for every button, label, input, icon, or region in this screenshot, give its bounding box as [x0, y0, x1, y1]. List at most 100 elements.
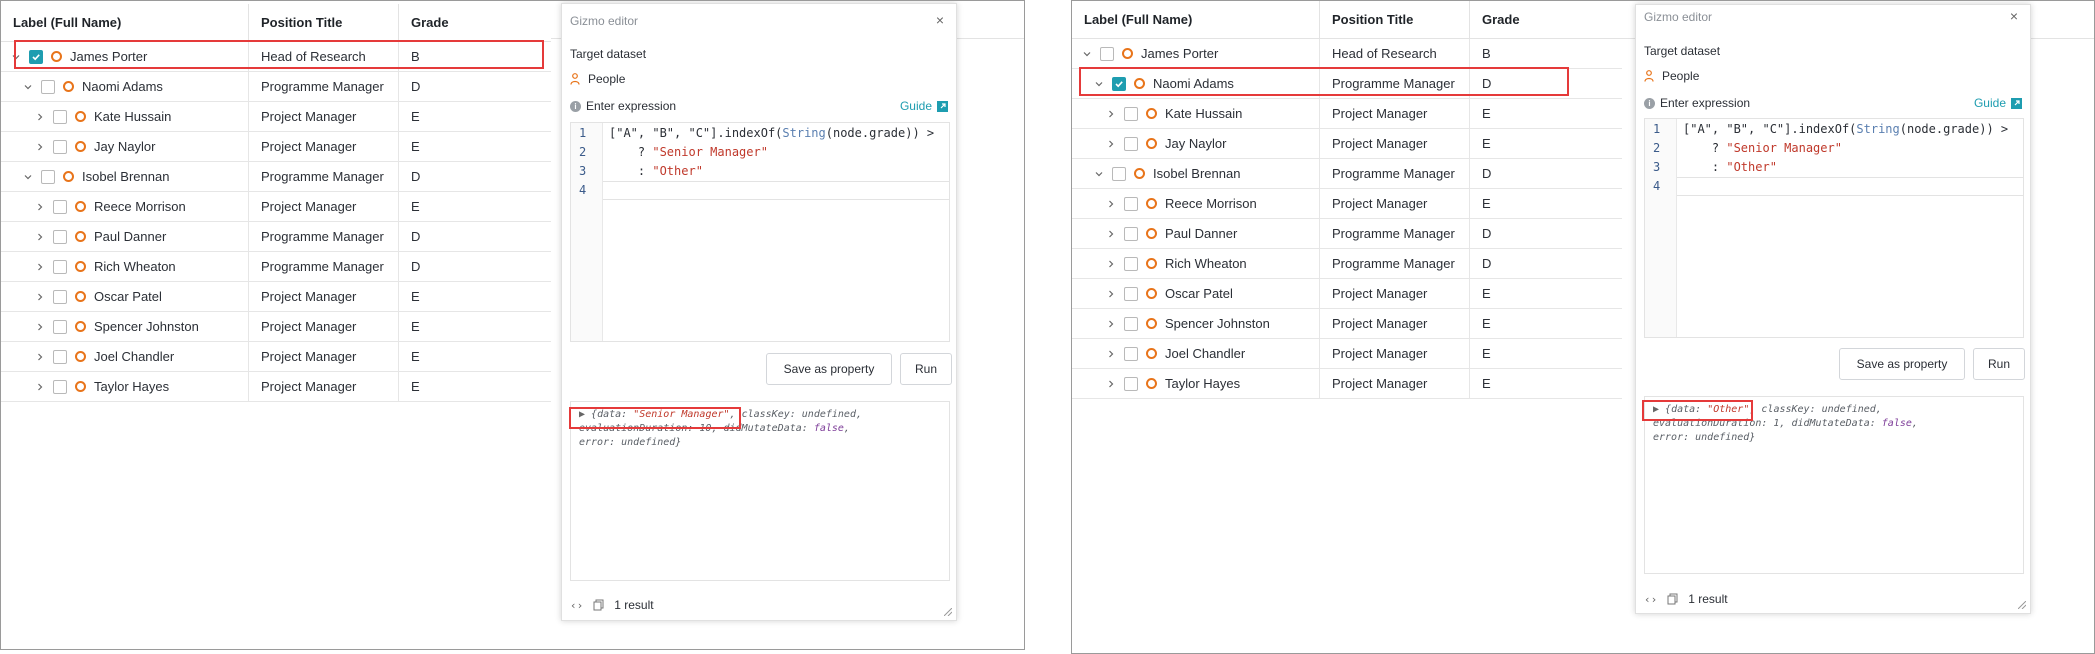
row-checkbox[interactable] — [53, 289, 67, 304]
code-braces-icon[interactable]: ‹› — [1644, 593, 1657, 606]
column-header-grade[interactable]: Grade — [1470, 1, 1622, 38]
table-row[interactable]: Oscar Patel Project Manager E — [1, 282, 551, 312]
table-row[interactable]: Joel Chandler Project Manager E — [1072, 339, 1622, 369]
run-button[interactable]: Run — [900, 353, 952, 385]
chevron-right-icon[interactable] — [1104, 227, 1118, 241]
row-checkbox[interactable] — [53, 229, 67, 244]
grade-cell: E — [411, 289, 420, 304]
table-row[interactable]: Paul Danner Programme Manager D — [1072, 219, 1622, 249]
chevron-right-icon[interactable] — [1104, 107, 1118, 121]
table-row[interactable]: Isobel Brennan Programme Manager D — [1072, 159, 1622, 189]
chevron-right-icon[interactable] — [33, 260, 47, 274]
row-checkbox[interactable] — [1124, 346, 1138, 361]
chevron-right-icon[interactable] — [33, 380, 47, 394]
chevron-right-icon[interactable] — [33, 350, 47, 364]
dataset-selector[interactable]: People — [570, 72, 625, 86]
chevron-right-icon[interactable] — [33, 320, 47, 334]
row-checkbox[interactable] — [41, 79, 55, 94]
chevron-right-icon[interactable] — [33, 110, 47, 124]
table-row[interactable]: Jay Naylor Project Manager E — [1, 132, 551, 162]
chevron-right-icon[interactable] — [1104, 257, 1118, 271]
close-icon[interactable]: × — [936, 12, 944, 28]
chevron-down-icon[interactable] — [21, 170, 35, 184]
row-checkbox[interactable] — [1124, 256, 1138, 271]
table-row[interactable]: Joel Chandler Project Manager E — [1, 342, 551, 372]
table-row[interactable]: Spencer Johnston Project Manager E — [1072, 309, 1622, 339]
table-row[interactable]: Naomi Adams Programme Manager D — [1072, 69, 1622, 99]
copy-icon[interactable] — [1667, 593, 1678, 605]
row-checkbox[interactable] — [53, 319, 67, 334]
expression-code-editor[interactable]: 1 2 3 4 ["A", "B", "C"].indexOf(String(n… — [1644, 118, 2024, 338]
table-row[interactable]: Rich Wheaton Programme Manager D — [1, 252, 551, 282]
chevron-down-icon[interactable] — [1080, 47, 1094, 61]
table-row[interactable]: Isobel Brennan Programme Manager D — [1, 162, 551, 192]
row-checkbox[interactable] — [1124, 226, 1138, 241]
chevron-right-icon[interactable] — [1104, 317, 1118, 331]
row-checkbox[interactable] — [1100, 46, 1114, 61]
dataset-selector[interactable]: People — [1644, 69, 1699, 83]
table-row[interactable]: Taylor Hayes Project Manager E — [1072, 369, 1622, 399]
table-row[interactable]: Rich Wheaton Programme Manager D — [1072, 249, 1622, 279]
row-checkbox[interactable] — [1124, 196, 1138, 211]
result-count: 1 result — [614, 598, 654, 612]
row-checkbox[interactable] — [29, 49, 43, 64]
expand-triangle-icon[interactable]: ▶ — [1653, 404, 1665, 415]
expand-triangle-icon[interactable]: ▶ — [579, 409, 591, 420]
chevron-right-icon[interactable] — [1104, 137, 1118, 151]
close-icon[interactable]: × — [2010, 8, 2018, 24]
table-row[interactable]: Reece Morrison Project Manager E — [1, 192, 551, 222]
row-checkbox[interactable] — [53, 139, 67, 154]
chevron-right-icon[interactable] — [33, 140, 47, 154]
row-checkbox[interactable] — [1124, 316, 1138, 331]
chevron-right-icon[interactable] — [1104, 347, 1118, 361]
row-checkbox[interactable] — [1112, 166, 1126, 181]
chevron-down-icon[interactable] — [1092, 167, 1106, 181]
chevron-right-icon[interactable] — [33, 290, 47, 304]
save-as-property-button[interactable]: Save as property — [1839, 348, 1965, 380]
table-row[interactable]: Jay Naylor Project Manager E — [1072, 129, 1622, 159]
resize-handle-icon[interactable] — [2018, 601, 2026, 609]
column-header-label[interactable]: Label (Full Name) — [1, 4, 249, 41]
expression-code-editor[interactable]: 1 2 3 4 ["A", "B", "C"].indexOf(String(n… — [570, 122, 950, 342]
guide-link[interactable]: Guide — [900, 99, 948, 113]
row-checkbox[interactable] — [53, 379, 67, 394]
row-checkbox[interactable] — [1124, 136, 1138, 151]
row-checkbox[interactable] — [1124, 106, 1138, 121]
chevron-right-icon[interactable] — [33, 230, 47, 244]
chevron-down-icon[interactable] — [21, 80, 35, 94]
chevron-right-icon[interactable] — [33, 200, 47, 214]
table-row[interactable]: Naomi Adams Programme Manager D — [1, 72, 551, 102]
chevron-right-icon[interactable] — [1104, 287, 1118, 301]
chevron-right-icon[interactable] — [1104, 197, 1118, 211]
column-header-grade[interactable]: Grade — [399, 4, 551, 41]
table-row[interactable]: Reece Morrison Project Manager E — [1072, 189, 1622, 219]
table-row[interactable]: Kate Hussain Project Manager E — [1072, 99, 1622, 129]
save-as-property-button[interactable]: Save as property — [766, 353, 892, 385]
code-braces-icon[interactable]: ‹› — [570, 599, 583, 612]
table-row[interactable]: Oscar Patel Project Manager E — [1072, 279, 1622, 309]
row-checkbox[interactable] — [53, 259, 67, 274]
table-row[interactable]: Paul Danner Programme Manager D — [1, 222, 551, 252]
guide-link[interactable]: Guide — [1974, 96, 2022, 110]
column-header-position[interactable]: Position Title — [1320, 1, 1470, 38]
table-row[interactable]: Taylor Hayes Project Manager E — [1, 372, 551, 402]
column-header-label[interactable]: Label (Full Name) — [1072, 1, 1320, 38]
row-checkbox[interactable] — [1112, 76, 1126, 91]
resize-handle-icon[interactable] — [944, 608, 952, 616]
row-checkbox[interactable] — [53, 199, 67, 214]
chevron-down-icon[interactable] — [1092, 77, 1106, 91]
chevron-right-icon[interactable] — [1104, 377, 1118, 391]
table-row[interactable]: Kate Hussain Project Manager E — [1, 102, 551, 132]
row-checkbox[interactable] — [53, 109, 67, 124]
run-button[interactable]: Run — [1973, 348, 2025, 380]
row-checkbox[interactable] — [41, 169, 55, 184]
table-row[interactable]: James Porter Head of Research B — [1, 42, 551, 72]
row-checkbox[interactable] — [1124, 376, 1138, 391]
column-header-position[interactable]: Position Title — [249, 4, 399, 41]
row-checkbox[interactable] — [1124, 286, 1138, 301]
copy-icon[interactable] — [593, 599, 604, 611]
table-row[interactable]: James Porter Head of Research B — [1072, 39, 1622, 69]
table-row[interactable]: Spencer Johnston Project Manager E — [1, 312, 551, 342]
row-checkbox[interactable] — [53, 349, 67, 364]
chevron-down-icon[interactable] — [9, 50, 23, 64]
